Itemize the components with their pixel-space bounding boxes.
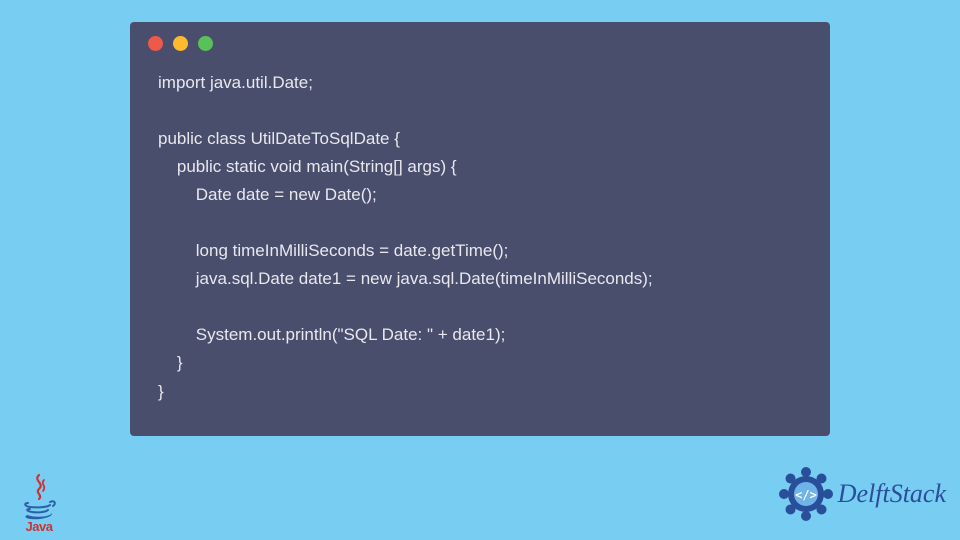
delftstack-badge-icon: </> [776, 464, 836, 524]
code-block: import java.util.Date; public class Util… [130, 63, 830, 416]
java-logo: Java [14, 464, 64, 534]
minimize-icon[interactable] [173, 36, 188, 51]
java-cup-icon [20, 473, 58, 521]
close-icon[interactable] [148, 36, 163, 51]
java-logo-label: Java [26, 519, 53, 534]
svg-text:</>: </> [795, 488, 817, 502]
delftstack-label: DelftStack [838, 479, 946, 509]
code-window: import java.util.Date; public class Util… [130, 22, 830, 436]
delftstack-logo: </> DelftStack [776, 464, 946, 524]
window-titlebar [130, 22, 830, 63]
zoom-icon[interactable] [198, 36, 213, 51]
